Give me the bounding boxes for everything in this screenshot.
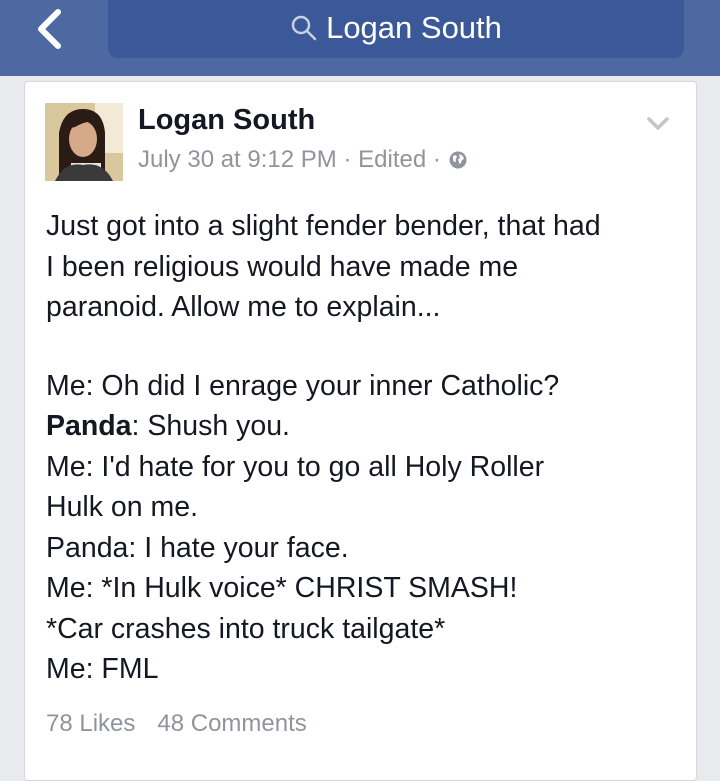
search-icon	[291, 15, 317, 41]
dialogue-line: Hulk on me.	[46, 491, 199, 523]
dialogue-line: Me: I'd hate for you to go all Holy Roll…	[46, 450, 545, 483]
meta-separator: ·	[432, 146, 441, 173]
dialogue-line: Me: FML	[46, 653, 159, 685]
post-card: Logan South July 30 at 9:12 PM · Edited …	[24, 81, 697, 781]
globe-icon	[449, 151, 467, 169]
avatar[interactable]	[45, 103, 123, 181]
edited-label[interactable]: Edited	[358, 146, 426, 173]
dialogue-speaker[interactable]: Panda	[46, 410, 132, 442]
search-input[interactable]: Logan South	[108, 0, 684, 58]
post-timestamp[interactable]: July 30 at 9:12 PM	[138, 146, 337, 173]
dialogue-line: Panda: Shush you.	[46, 406, 686, 447]
dialogue-line: *Car crashes into truck tailgate*	[46, 612, 446, 645]
post-body: Just got into a slight fender bender, th…	[46, 206, 686, 690]
post-author[interactable]: Logan South	[138, 104, 315, 137]
post-text-line: Just got into a slight fender bender, th…	[46, 210, 601, 242]
post-text-line: paranoid. Allow me to explain...	[46, 291, 441, 323]
dialogue-line: Me: Oh did I enrage your inner Catholic?	[46, 369, 560, 402]
post-text-line: I been religious would have made me	[46, 250, 519, 283]
search-text: Logan South	[326, 10, 502, 45]
meta-separator: ·	[343, 146, 352, 173]
chevron-down-icon	[647, 117, 669, 130]
post-stats: 78 Likes 48 Comments	[46, 710, 307, 738]
top-navigation-bar: Logan South	[0, 0, 720, 76]
comments-count[interactable]: 48 Comments	[157, 710, 306, 737]
dialogue-line: Panda: I hate your face.	[46, 531, 349, 564]
post-options-button[interactable]	[646, 116, 670, 132]
back-button[interactable]	[30, 6, 70, 52]
likes-count[interactable]: 78 Likes	[46, 710, 135, 737]
dialogue-text: : Shush you.	[131, 410, 290, 442]
dialogue-line: Me: *In Hulk voice* CHRIST SMASH!	[46, 572, 518, 604]
post-meta: July 30 at 9:12 PM · Edited ·	[138, 146, 468, 174]
chevron-left-icon	[38, 9, 61, 49]
